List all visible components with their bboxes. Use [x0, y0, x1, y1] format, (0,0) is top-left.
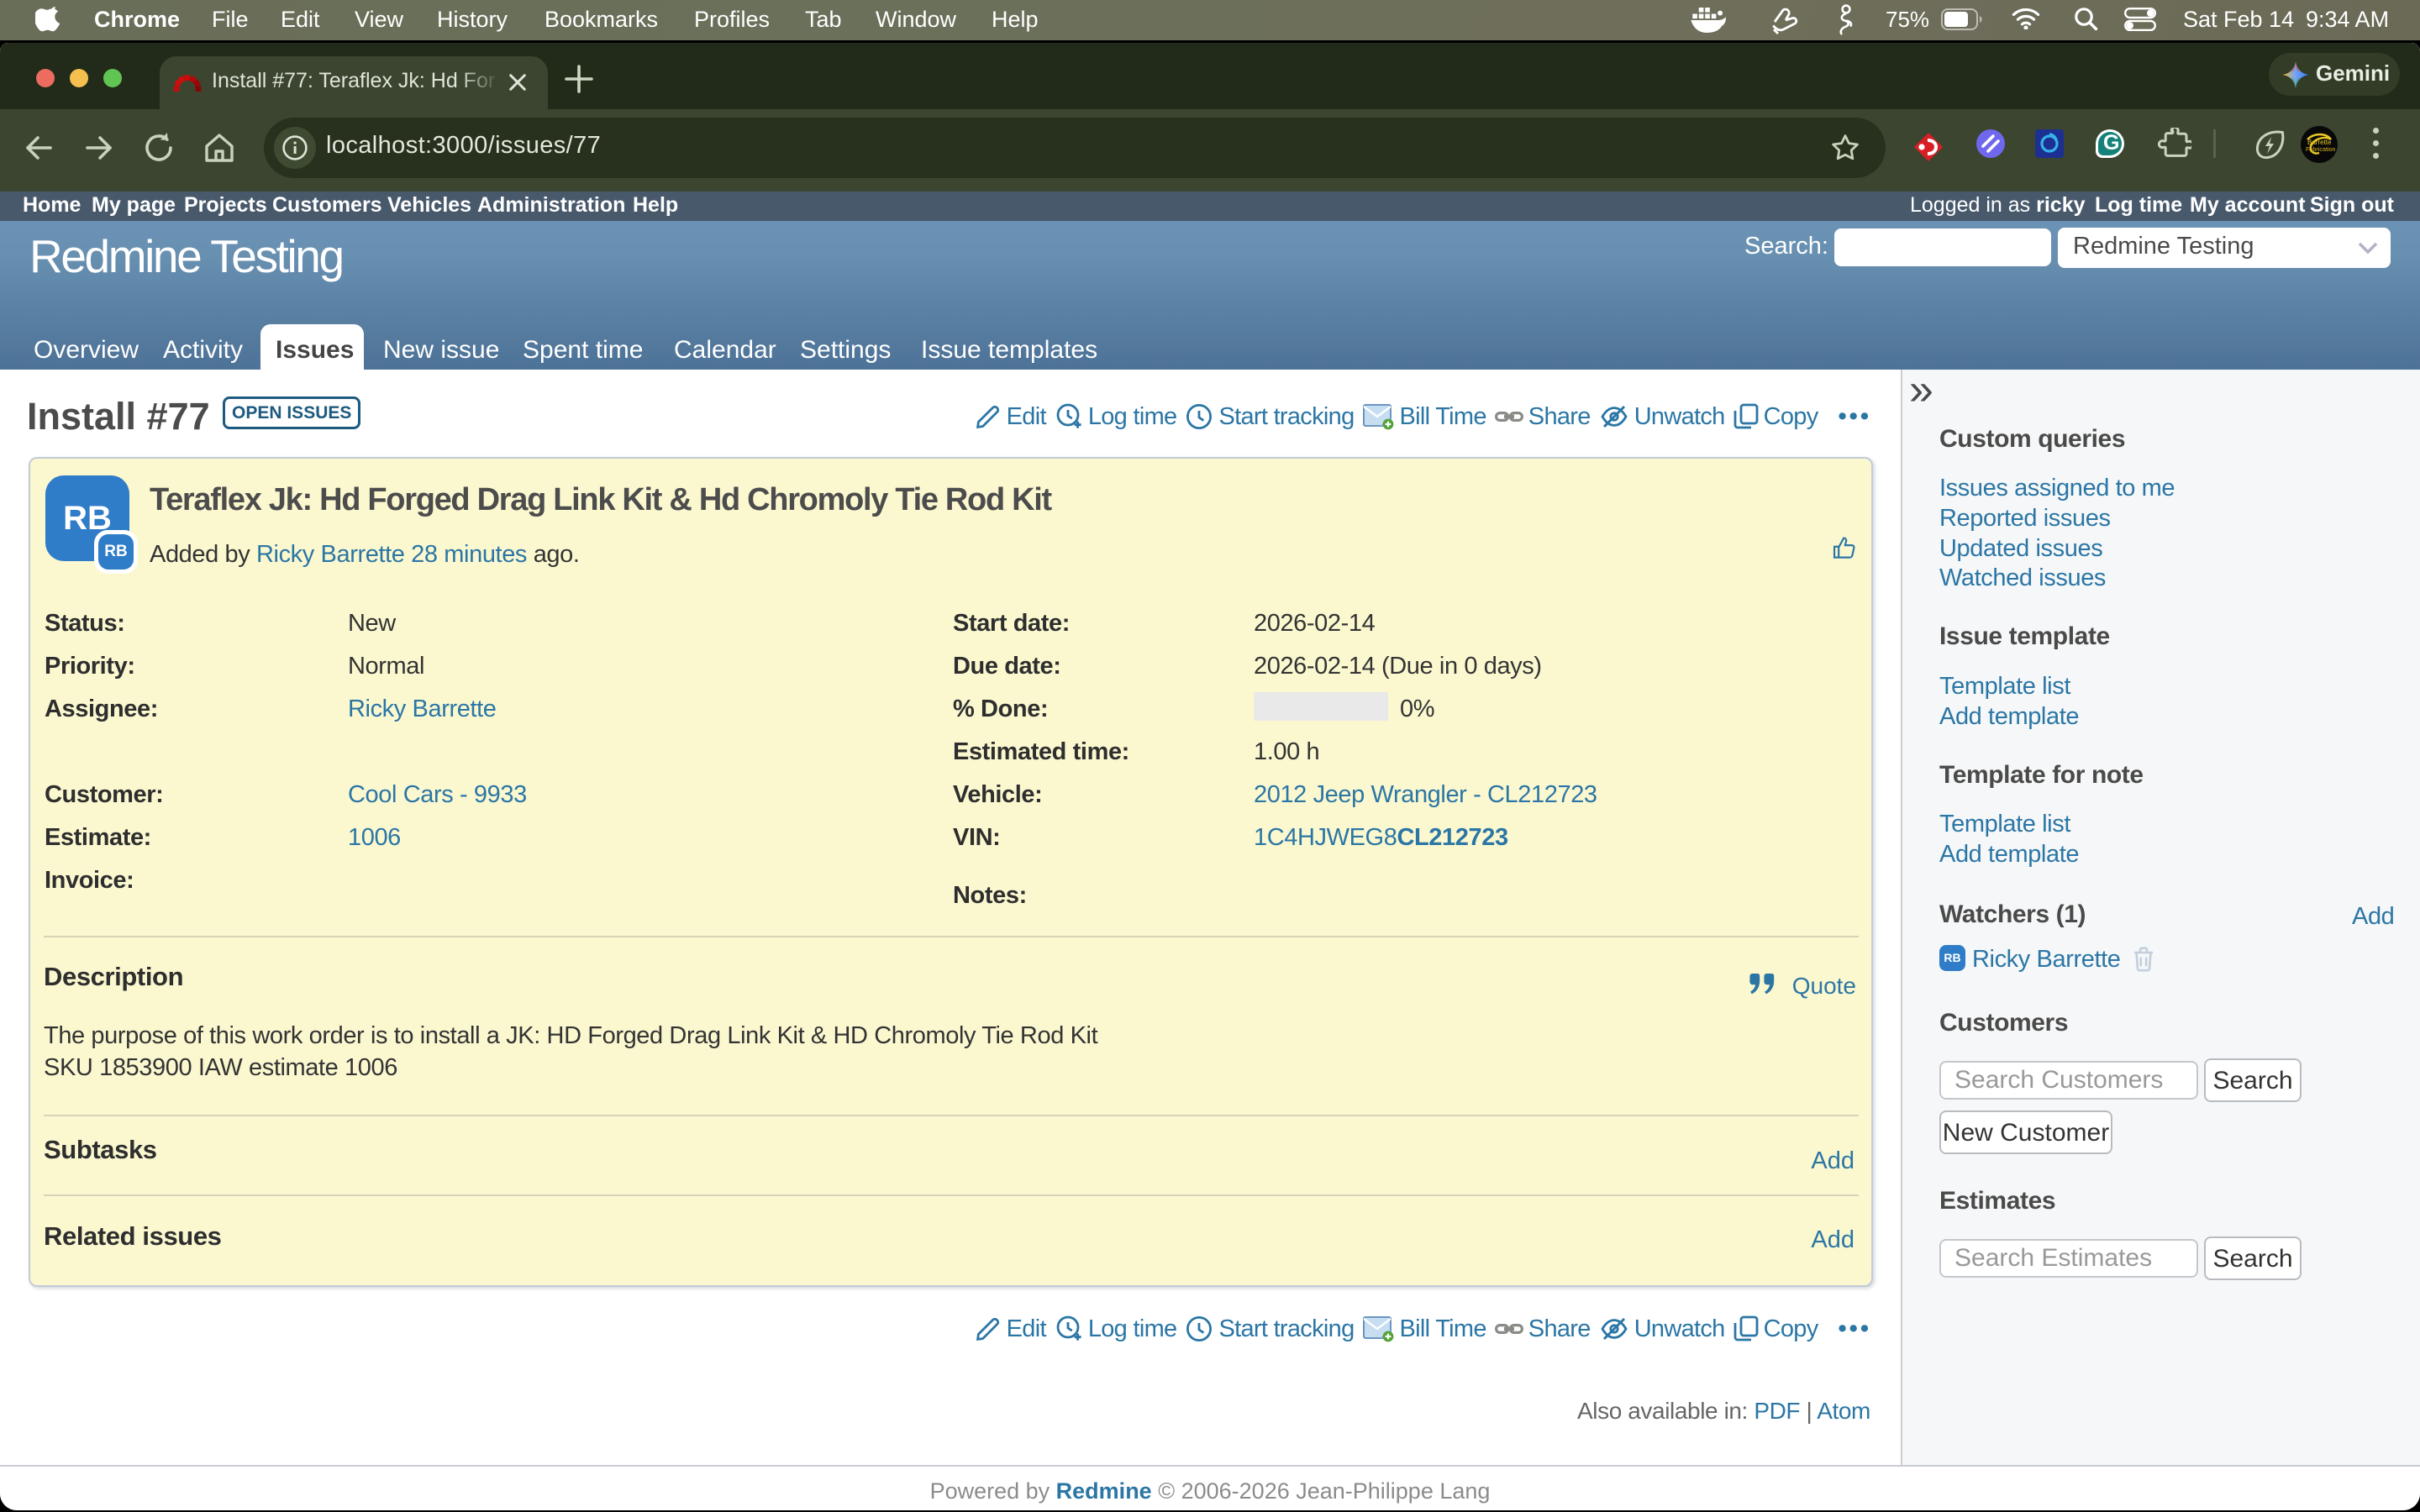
- svg-text:Fabrication: Fabrication: [2306, 145, 2336, 153]
